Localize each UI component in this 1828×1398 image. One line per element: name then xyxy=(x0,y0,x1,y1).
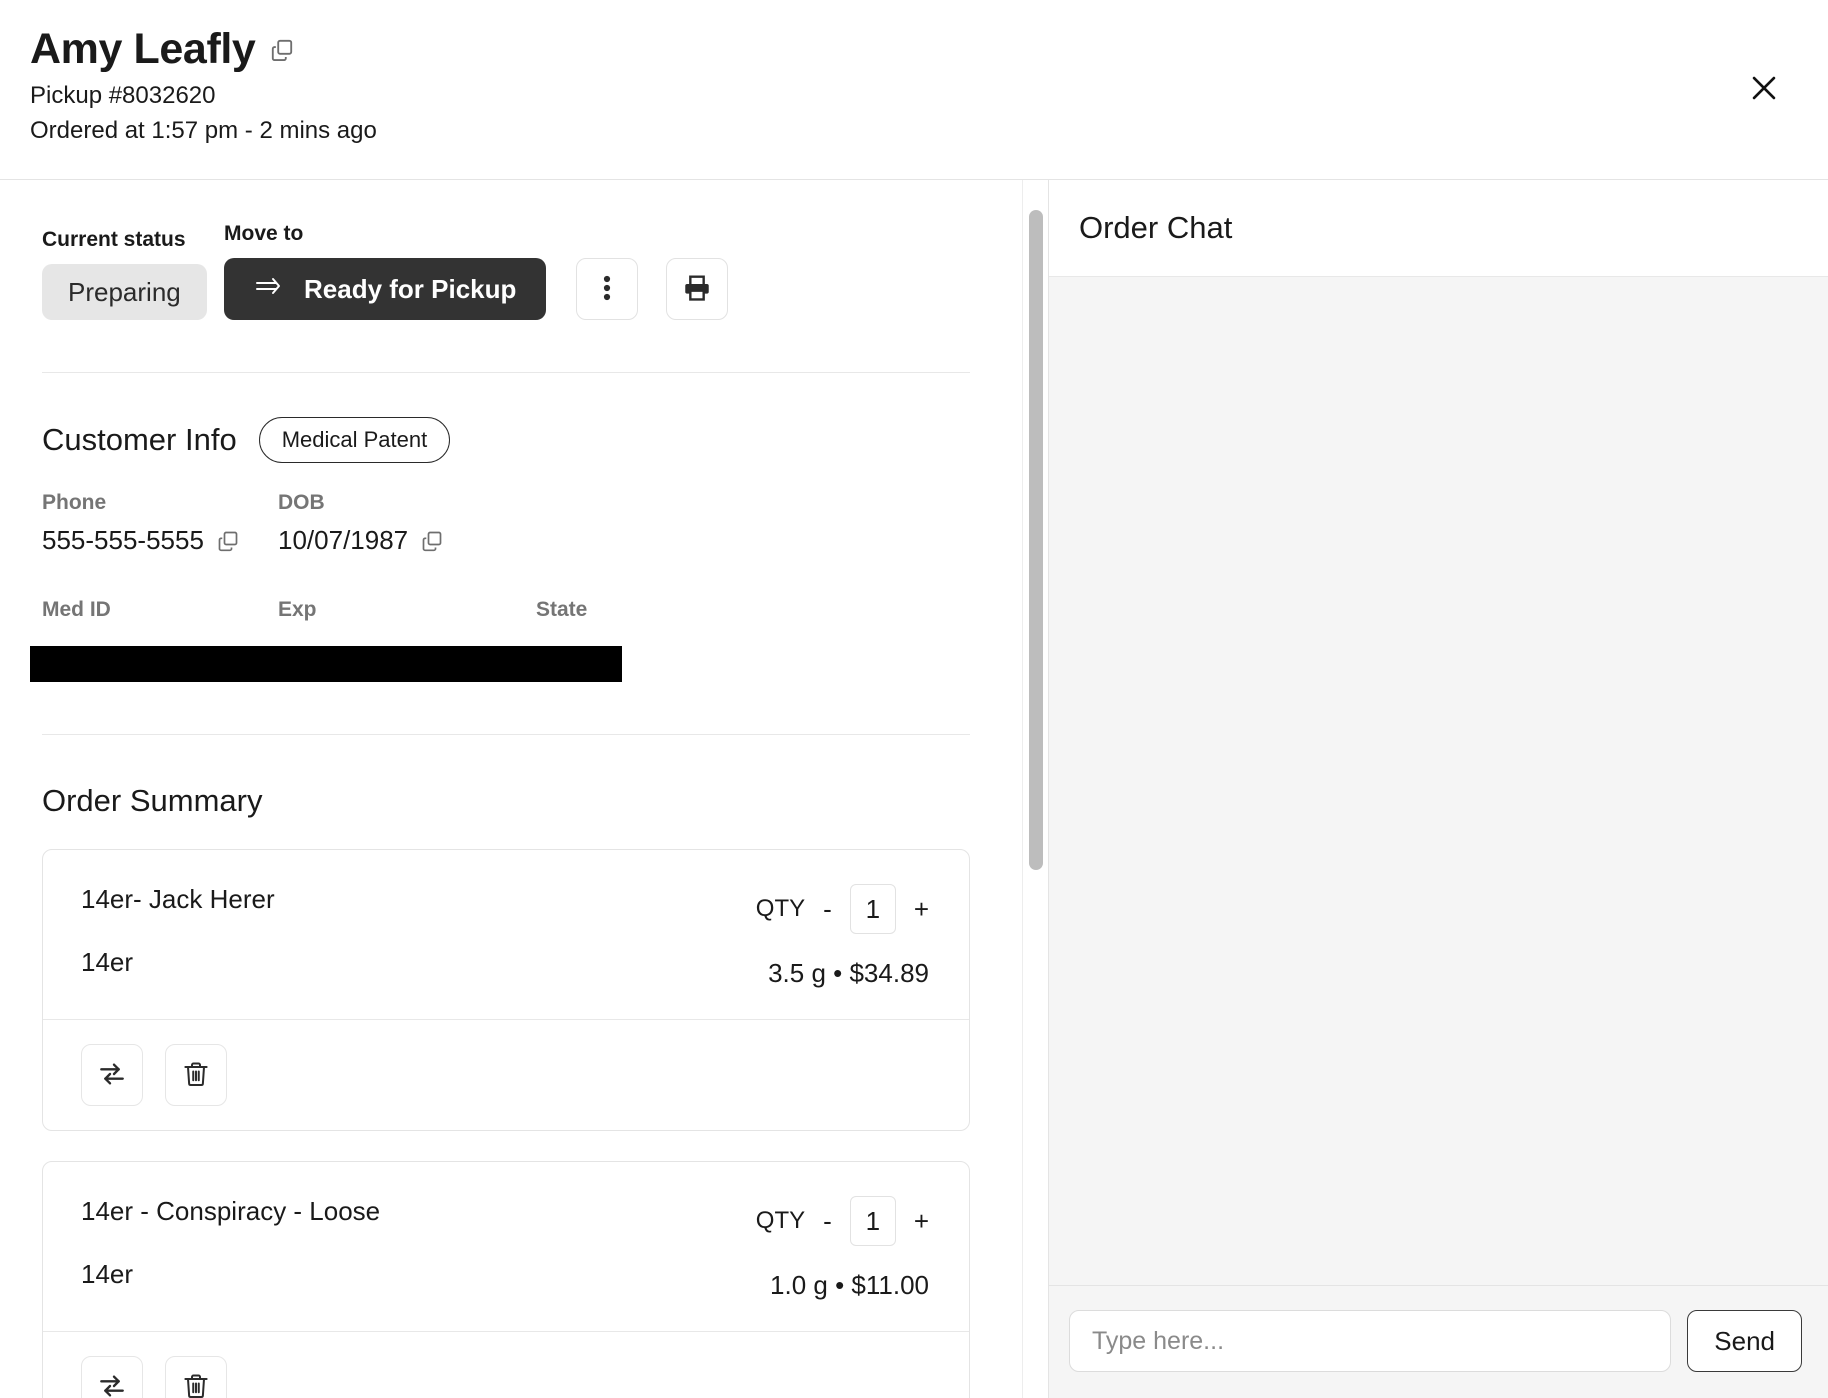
current-status-label: Current status xyxy=(42,228,186,251)
order-item-brand: 14er xyxy=(81,947,134,977)
qty-decrement-button[interactable]: - xyxy=(823,894,832,925)
kebab-menu-icon xyxy=(603,273,611,306)
phone-field: Phone 555-555-5555 xyxy=(42,491,278,556)
dob-value-row: 10/07/1987 xyxy=(278,525,514,556)
customer-name-row: Amy Leafly xyxy=(30,25,1828,73)
delete-item-button[interactable] xyxy=(165,1356,227,1398)
divider xyxy=(42,372,970,373)
order-item-card: 14er- Jack Herer 14er QTY - 1 + 3.5 g • … xyxy=(42,849,970,1131)
qty-value[interactable]: 1 xyxy=(849,884,896,934)
order-item-info: 14er- Jack Herer 14er xyxy=(81,884,275,989)
move-to-label: Move to xyxy=(224,222,304,245)
customer-info-header: Customer Info Medical Patent xyxy=(42,417,970,463)
dob-field: DOB 10/07/1987 xyxy=(278,491,514,556)
ordered-time: Ordered at 1:57 pm - 2 mins ago xyxy=(30,117,377,145)
chat-title: Order Chat xyxy=(1079,210,1233,245)
qty-label: QTY xyxy=(755,895,806,922)
divider xyxy=(42,734,970,735)
exp-label: Exp xyxy=(278,598,317,621)
copy-icon[interactable] xyxy=(269,37,295,63)
more-options-button[interactable] xyxy=(576,258,639,320)
ready-for-pickup-label: Ready for Pickup xyxy=(304,273,517,304)
copy-icon[interactable] xyxy=(420,529,444,553)
phone-label: Phone xyxy=(42,491,107,514)
close-icon[interactable] xyxy=(1738,62,1790,114)
qty-increment-button[interactable]: + xyxy=(914,1206,929,1237)
delete-item-button[interactable] xyxy=(165,1044,227,1106)
trash-icon xyxy=(181,1059,211,1092)
swap-item-button[interactable] xyxy=(81,1356,143,1398)
order-summary-title: Order Summary xyxy=(42,783,263,818)
state-label: State xyxy=(536,598,588,621)
customer-fields: Phone 555-555-5555 DOB 10/07/1987 xyxy=(42,491,970,556)
qty-label: QTY xyxy=(755,1207,806,1234)
order-item-info: 14er - Conspiracy - Loose 14er xyxy=(81,1196,380,1301)
copy-icon[interactable] xyxy=(216,529,240,553)
current-status-block: Current status Preparing xyxy=(42,228,222,320)
redacted-med-id-bar xyxy=(30,646,622,682)
order-item-main: 14er - Conspiracy - Loose 14er QTY - 1 +… xyxy=(43,1162,969,1331)
order-detail-panel: Amy Leafly Pickup #8032620 Ordered at 1:… xyxy=(0,0,1828,1398)
order-item-qty-price: QTY - 1 + 1.0 g • $11.00 xyxy=(756,1196,929,1301)
order-item-price: 3.5 g • $34.89 xyxy=(768,958,929,988)
order-item-price: 1.0 g • $11.00 xyxy=(770,1270,929,1300)
customer-name: Amy Leafly xyxy=(30,25,256,73)
dob-label: DOB xyxy=(278,491,325,514)
chat-messages-area xyxy=(1049,277,1828,1285)
quantity-stepper: QTY - 1 + xyxy=(756,884,929,934)
order-item-actions xyxy=(43,1019,969,1130)
phone-value: 555-555-5555 xyxy=(42,525,204,555)
qty-increment-button[interactable]: + xyxy=(914,894,929,925)
order-item-name: 14er- Jack Herer xyxy=(81,884,275,914)
order-item-brand: 14er xyxy=(81,1259,134,1289)
med-id-headers: Med ID Exp State xyxy=(42,598,970,632)
trash-icon xyxy=(181,1371,211,1398)
chat-message-input[interactable] xyxy=(1069,1310,1672,1372)
details-scrollbar[interactable] xyxy=(1022,180,1048,1398)
ready-for-pickup-button[interactable]: Ready for Pickup xyxy=(224,258,547,320)
send-button[interactable]: Send xyxy=(1687,1310,1802,1372)
swap-arrows-icon xyxy=(96,1370,128,1398)
phone-value-row: 555-555-5555 xyxy=(42,525,278,556)
order-chat-panel: Order Chat Send xyxy=(1048,180,1828,1398)
swap-arrows-icon xyxy=(96,1058,128,1093)
exp-column: Exp xyxy=(278,598,536,632)
pickup-number: Pickup #8032620 xyxy=(30,82,216,110)
order-item-card: 14er - Conspiracy - Loose 14er QTY - 1 +… xyxy=(42,1161,970,1398)
dob-value: 10/07/1987 xyxy=(278,525,409,555)
state-column: State xyxy=(536,598,736,632)
move-to-block: Move to Ready for Pickup xyxy=(224,222,547,320)
scrollbar-thumb[interactable] xyxy=(1029,210,1043,870)
qty-decrement-button[interactable]: - xyxy=(823,1206,832,1237)
status-badge: Preparing xyxy=(42,264,207,320)
printer-icon xyxy=(681,272,713,307)
order-header: Amy Leafly Pickup #8032620 Ordered at 1:… xyxy=(0,0,1828,180)
body-split: Current status Preparing Move to Ready f… xyxy=(0,180,1828,1398)
customer-info-title: Customer Info xyxy=(42,422,237,457)
order-item-name: 14er - Conspiracy - Loose xyxy=(81,1196,381,1226)
order-item-actions xyxy=(43,1331,969,1398)
order-details-column: Current status Preparing Move to Ready f… xyxy=(0,180,1022,1398)
chat-header: Order Chat xyxy=(1049,180,1828,277)
order-item-qty-price: QTY - 1 + 3.5 g • $34.89 xyxy=(756,884,929,989)
med-id-column: Med ID xyxy=(42,598,278,632)
qty-value[interactable]: 1 xyxy=(849,1196,896,1246)
arrow-right-icon xyxy=(254,274,284,305)
print-button[interactable] xyxy=(666,258,729,320)
swap-item-button[interactable] xyxy=(81,1044,143,1106)
order-item-main: 14er- Jack Herer 14er QTY - 1 + 3.5 g • … xyxy=(43,850,969,1019)
status-action-row: Current status Preparing Move to Ready f… xyxy=(42,222,970,320)
medical-patent-badge: Medical Patent xyxy=(258,417,451,463)
chat-composer: Send xyxy=(1049,1285,1828,1398)
quantity-stepper: QTY - 1 + xyxy=(756,1196,929,1246)
med-id-label: Med ID xyxy=(42,598,111,621)
